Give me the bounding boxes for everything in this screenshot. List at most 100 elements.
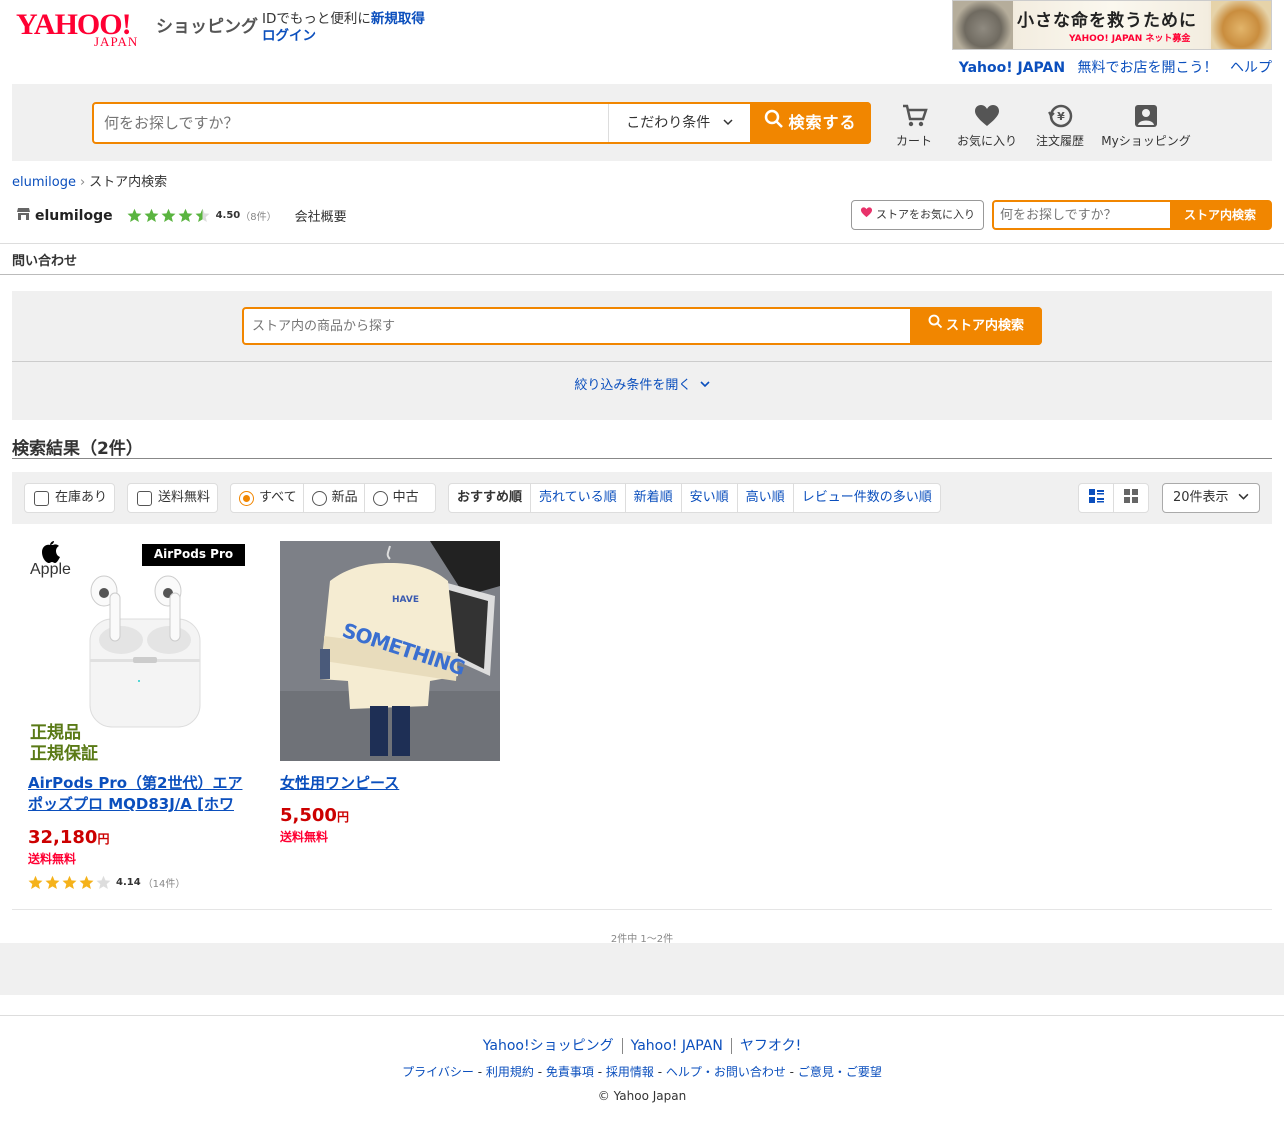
checkbox-box[interactable] (34, 490, 49, 506)
charity-banner[interactable]: 小さな命を救うために YAHOO! JAPAN ネット募金 (952, 0, 1272, 50)
sort-highest[interactable]: 高い順 (736, 484, 793, 512)
breadcrumb-current: ストア内検索 (89, 175, 168, 190)
breadcrumb: elumiloge › ストア内検索 (12, 171, 167, 190)
kitten-image (953, 1, 1013, 49)
company-info-link[interactable]: 会社概要 (295, 206, 347, 225)
store-review-count[interactable]: （8件） (240, 208, 276, 223)
star-icon (45, 875, 60, 889)
signup-link[interactable]: 新規取得 (371, 11, 425, 27)
favorite-store-button[interactable]: ストアをお気に入り (851, 200, 984, 230)
chevron-right-icon: › (79, 175, 86, 190)
open-filters-label: 絞り込み条件を開く (574, 378, 692, 393)
pagination-area (0, 943, 1284, 995)
store-search-button[interactable]: ストア内検索 (1170, 200, 1270, 230)
product-rating-stars (28, 875, 113, 890)
search-input[interactable] (104, 104, 604, 142)
product-rating: 4.14 （14件） (28, 875, 248, 890)
footer-privacy-link[interactable]: プライバシー (402, 1065, 474, 1079)
footer-careers-link[interactable]: 採用情報 (606, 1065, 654, 1079)
footer-disclaimer-link[interactable]: 免責事項 (546, 1065, 594, 1079)
product-image[interactable]: HAVE SOMETHING (280, 541, 500, 761)
instore-search-box: ストア内検索 (242, 307, 1042, 345)
store-name[interactable]: elumiloge (35, 208, 113, 224)
yahoo-logo[interactable]: YAHOO! JAPAN (16, 10, 156, 50)
footer-help-link[interactable]: ヘルプ・お問い合わせ (666, 1065, 786, 1079)
search-box: こだわり条件 検索する (92, 102, 871, 144)
product-price: 32,180円 (28, 827, 248, 848)
radio-all[interactable] (239, 490, 254, 506)
open-filters-toggle[interactable]: 絞り込み条件を開く (0, 374, 1284, 393)
footer-feedback-link[interactable]: ご意見・ご要望 (798, 1065, 882, 1079)
shopping-title[interactable]: ショッピング (156, 12, 258, 37)
heart-icon (956, 102, 1018, 130)
nav-favorites[interactable]: お気に入り (956, 102, 1018, 149)
image-brand-text: Apple (30, 561, 71, 578)
free-shipping-checkbox[interactable]: 送料無料 (127, 483, 218, 513)
radio-new[interactable] (311, 490, 327, 506)
person-icon (1100, 102, 1192, 130)
nav-cart[interactable]: カート (892, 102, 936, 149)
instore-search-button[interactable]: ストア内検索 (910, 307, 1042, 345)
checkbox-box[interactable] (137, 490, 152, 506)
product-title-link[interactable]: AirPods Pro（第2世代）エアポッズプロ MQD83J/A [ホワイ… (28, 773, 248, 815)
search-button[interactable]: 検索する (750, 102, 871, 144)
radio-used[interactable] (372, 490, 388, 506)
condition-radio-group: すべて 新品 中古 (230, 483, 436, 513)
footer-main-links: Yahoo!ショッピング Yahoo! JAPAN ヤフオク! (0, 1035, 1284, 1055)
banner-sub: YAHOO! JAPAN ネット募金 (1069, 34, 1191, 44)
instore-search-input[interactable] (252, 309, 892, 343)
star-icon (144, 208, 159, 222)
history-icon: ¥ (1034, 102, 1086, 130)
free-shipping-label: 送料無料 (158, 490, 211, 505)
product-image[interactable]: Apple AirPods Pro 正規品 正規保証 (28, 541, 248, 761)
sort-cheapest[interactable]: 安い順 (680, 484, 737, 512)
copyright: © Yahoo Japan (597, 1089, 687, 1103)
list-view-button[interactable] (1078, 483, 1114, 513)
product-review-count[interactable]: （14件） (143, 875, 186, 890)
store-search-input[interactable] (1000, 204, 1170, 226)
in-stock-checkbox[interactable]: 在庫あり (24, 483, 115, 513)
sort-newest[interactable]: 新着順 (624, 484, 681, 512)
results-title: 検索結果（2件） (12, 439, 143, 459)
id-text: IDでもっと便利に (262, 11, 371, 27)
per-page-select[interactable]: 20件表示 (1162, 483, 1260, 513)
help-link[interactable]: ヘルプ (1230, 60, 1272, 76)
grid-view-button[interactable] (1113, 483, 1149, 513)
sort-recommended[interactable]: おすすめ順 (449, 484, 530, 512)
conditions-dropdown[interactable]: こだわり条件 (608, 104, 750, 142)
footer-shopping-link[interactable]: Yahoo!ショッピング (475, 1038, 622, 1054)
chevron-down-icon (723, 104, 733, 142)
banner-text: 小さな命を救うために (1017, 11, 1197, 31)
yahoo-japan-link[interactable]: Yahoo! JAPAN (959, 60, 1065, 76)
product-card[interactable]: Apple AirPods Pro 正規品 正規保証 AirPods Pro（第… (28, 541, 248, 890)
login-link[interactable]: ログイン (262, 28, 316, 44)
in-stock-label: 在庫あり (55, 490, 108, 505)
divider (12, 909, 1272, 910)
footer-terms-link[interactable]: 利用規約 (486, 1065, 534, 1079)
star-icon (96, 875, 111, 889)
footer-yahoo-link[interactable]: Yahoo! JAPAN (621, 1038, 731, 1054)
nav-order-history[interactable]: ¥ 注文履歴 (1034, 102, 1086, 149)
radio-all-label: すべて (259, 490, 297, 505)
nav-my-shopping[interactable]: Myショッピング (1100, 102, 1192, 149)
grid-view-icon (1124, 489, 1138, 507)
store-icon (16, 207, 31, 225)
search-icon (764, 103, 784, 145)
divider (0, 274, 1284, 275)
breadcrumb-store[interactable]: elumiloge (12, 175, 76, 190)
logo-sub: JAPAN (94, 34, 139, 49)
product-rating-value: 4.14 (116, 877, 141, 888)
shipping-label: 送料無料 (28, 852, 77, 866)
sort-most-reviews[interactable]: レビュー件数の多い順 (792, 484, 940, 512)
store-search-box: ストア内検索 (992, 200, 1272, 230)
list-view-icon (1088, 488, 1104, 508)
footer-auction-link[interactable]: ヤフオク! (730, 1038, 810, 1054)
star-icon (161, 208, 176, 222)
contact-link[interactable]: 問い合わせ (12, 250, 77, 269)
open-store-link[interactable]: 無料でお店を開こう！ (1078, 60, 1218, 76)
star-icon (62, 875, 77, 889)
sort-best-selling[interactable]: 売れている順 (530, 484, 625, 512)
product-card[interactable]: HAVE SOMETHING 女性用ワンピース 5,500円 送料無料 (280, 541, 500, 845)
divider (12, 458, 1272, 459)
search-button-label: 検索する (788, 113, 857, 132)
